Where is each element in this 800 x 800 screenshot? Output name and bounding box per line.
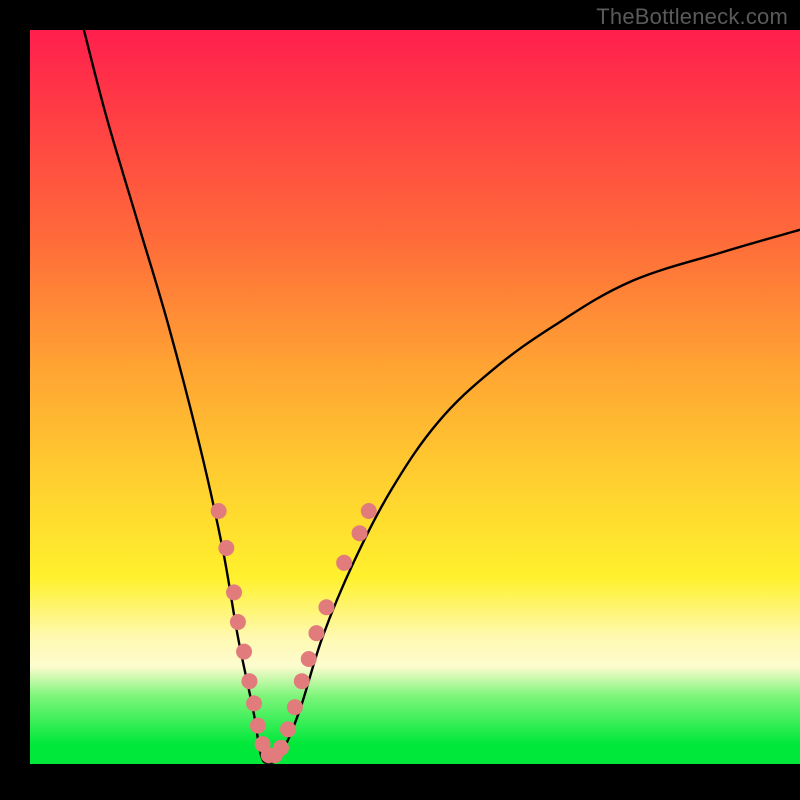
marker-dot [250, 718, 266, 734]
marker-dot [246, 695, 262, 711]
marker-dot [318, 599, 334, 615]
marker-dot [301, 651, 317, 667]
marker-dot [226, 584, 242, 600]
chart-svg [30, 30, 800, 770]
marker-dot [236, 644, 252, 660]
marker-dot [273, 740, 289, 756]
bottleneck-curve [84, 30, 800, 763]
marker-dot [361, 503, 377, 519]
marker-dot [241, 673, 257, 689]
plot-area [30, 30, 800, 770]
watermark-text: TheBottleneck.com [596, 4, 788, 30]
curve-markers [211, 503, 377, 763]
marker-dot [230, 614, 246, 630]
marker-dot [336, 555, 352, 571]
marker-dot [287, 699, 303, 715]
chart-frame: TheBottleneck.com [0, 0, 800, 800]
marker-dot [280, 721, 296, 737]
marker-dot [352, 525, 368, 541]
marker-dot [218, 540, 234, 556]
marker-dot [308, 625, 324, 641]
marker-dot [294, 673, 310, 689]
marker-dot [211, 503, 227, 519]
